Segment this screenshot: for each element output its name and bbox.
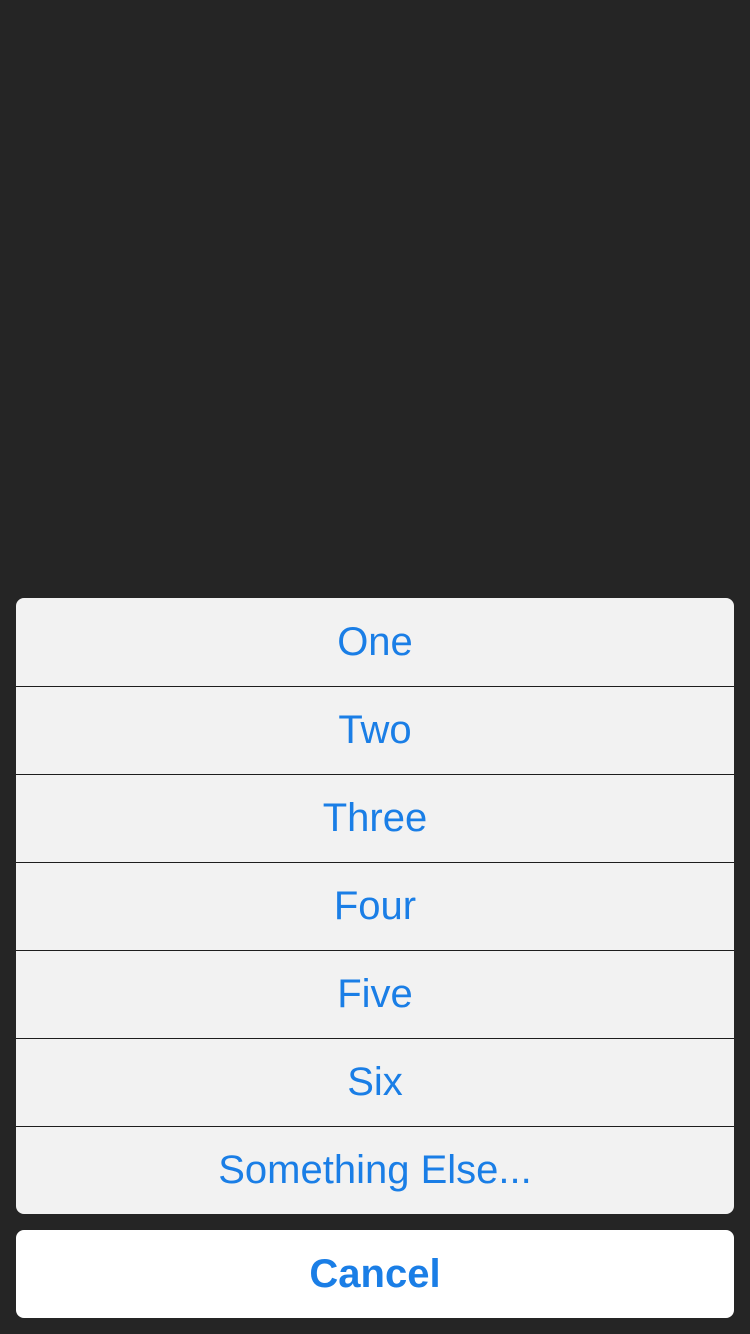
action-option-two[interactable]: Two	[16, 686, 734, 774]
action-option-one[interactable]: One	[16, 598, 734, 686]
action-option-four[interactable]: Four	[16, 862, 734, 950]
action-sheet-options: One Two Three Four Five Six Something El…	[16, 598, 734, 1214]
cancel-button[interactable]: Cancel	[16, 1230, 734, 1318]
app-screen: One Two Three Four Five Six Something El…	[0, 0, 750, 1334]
action-option-six[interactable]: Six	[16, 1038, 734, 1126]
action-option-something-else[interactable]: Something Else...	[16, 1126, 734, 1214]
action-option-five[interactable]: Five	[16, 950, 734, 1038]
action-option-three[interactable]: Three	[16, 774, 734, 862]
